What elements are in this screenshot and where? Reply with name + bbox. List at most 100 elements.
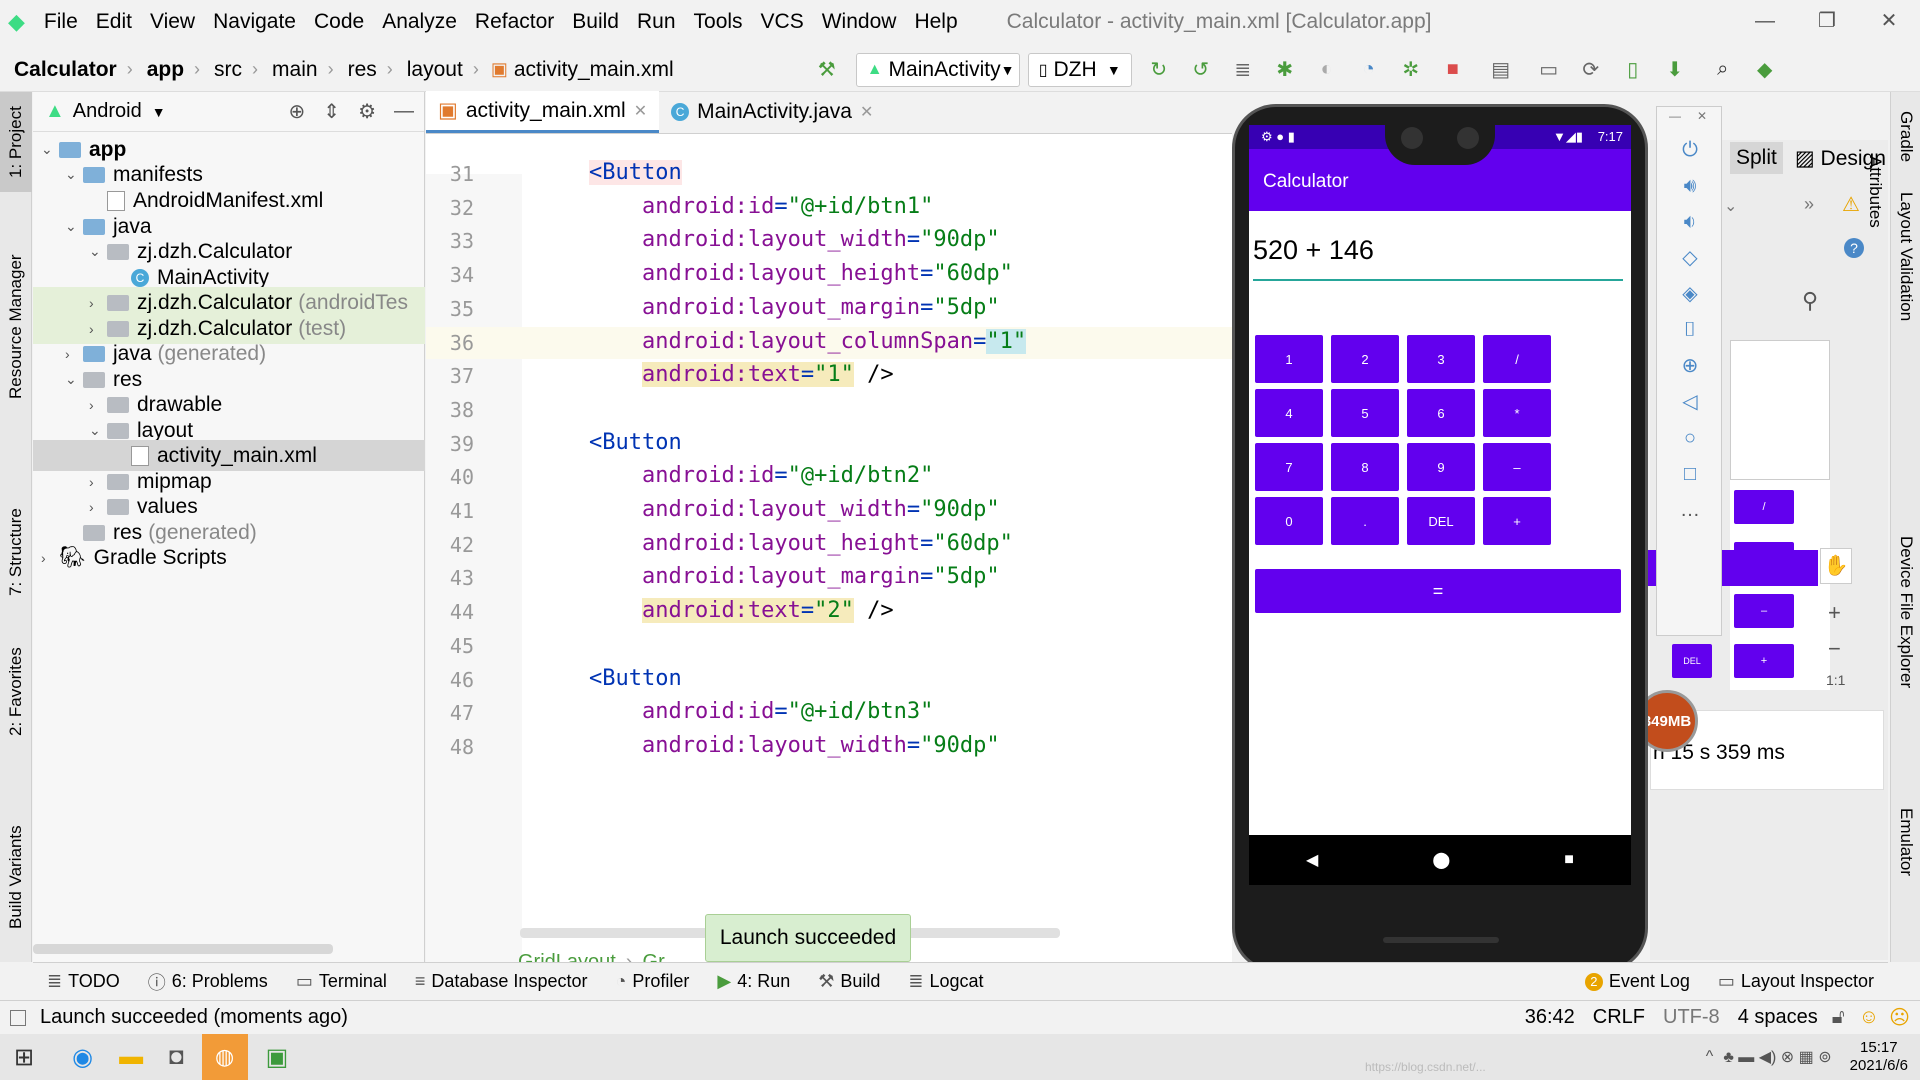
- calc-button[interactable]: 5: [1331, 389, 1399, 437]
- toolwindow-build[interactable]: ⚒ Build: [818, 971, 880, 992]
- tray-chevron-icon[interactable]: ^: [1706, 1048, 1714, 1066]
- tab-project[interactable]: 1: Project: [0, 92, 32, 192]
- tab-attributes[interactable]: Attributes: [1862, 156, 1888, 306]
- locate-icon[interactable]: ⊕: [289, 99, 306, 124]
- assistant-icon[interactable]: ◆: [1752, 57, 1778, 83]
- calc-button[interactable]: 3: [1407, 335, 1475, 383]
- toolwindow-todo[interactable]: ≣ TODO: [47, 971, 120, 992]
- expand-arrow-icon[interactable]: ⌄: [41, 141, 59, 158]
- caret-position[interactable]: 36:42: [1525, 1006, 1575, 1029]
- toolwindow-logcat[interactable]: ≣ Logcat: [908, 971, 983, 992]
- zoom-out-icon[interactable]: −: [1828, 636, 1841, 662]
- calc-button[interactable]: *: [1483, 389, 1551, 437]
- tree-item[interactable]: › 🐘︎ Gradle Scripts: [33, 542, 425, 573]
- calc-button[interactable]: 4: [1255, 389, 1323, 437]
- toolwindow-database-inspector[interactable]: ≡ Database Inspector: [415, 971, 588, 992]
- help-icon[interactable]: ?: [1844, 238, 1864, 258]
- rerun-icon[interactable]: ↻: [1146, 57, 1172, 83]
- sdk-manager-icon[interactable]: ⬇: [1662, 57, 1688, 83]
- expand-arrow-icon[interactable]: ›: [89, 295, 107, 311]
- menu-help[interactable]: Help: [914, 10, 957, 34]
- screenshot-icon[interactable]: ⌷: [1675, 315, 1705, 345]
- zoom-in-icon[interactable]: +: [1828, 600, 1841, 626]
- recents-nav-icon[interactable]: ■: [1564, 851, 1574, 869]
- calc-button[interactable]: +: [1483, 497, 1551, 545]
- file-encoding[interactable]: UTF-8: [1663, 1006, 1720, 1029]
- menu-view[interactable]: View: [150, 10, 195, 34]
- tab-layout-validation[interactable]: Layout Validation: [1891, 182, 1920, 332]
- overflow-chevrons-icon[interactable]: »: [1804, 194, 1814, 215]
- lock-icon[interactable]: 🔓︎: [1832, 1006, 1845, 1029]
- avd-manager-icon[interactable]: ▯: [1620, 57, 1646, 83]
- calc-button[interactable]: 9: [1407, 443, 1475, 491]
- minimize-emulator-icon[interactable]: —: [1669, 109, 1681, 123]
- stop-icon[interactable]: ■: [1440, 57, 1466, 83]
- profile-icon[interactable]: ◔: [1356, 57, 1382, 83]
- indent-setting[interactable]: 4 spaces: [1738, 1006, 1818, 1029]
- power-icon[interactable]: ⏻: [1675, 135, 1705, 165]
- home-nav-icon[interactable]: ⬤: [1432, 850, 1450, 870]
- calc-button[interactable]: –: [1483, 443, 1551, 491]
- gear-icon[interactable]: ⚙: [358, 99, 376, 124]
- back-icon[interactable]: ◁: [1675, 387, 1705, 417]
- menu-run[interactable]: Run: [637, 10, 676, 34]
- expand-arrow-icon[interactable]: ⌄: [89, 422, 107, 439]
- device-combo[interactable]: ▯ DZH ▼: [1027, 52, 1132, 87]
- breadcrumb-item[interactable]: activity_main.xml: [514, 58, 674, 82]
- layout-inspector-icon[interactable]: ▭: [1536, 57, 1562, 83]
- android-studio-taskbar-icon[interactable]: ▣: [266, 1043, 289, 1072]
- coverage-icon[interactable]: ◐: [1314, 57, 1340, 83]
- app-icon-active[interactable]: ◍: [201, 1034, 248, 1080]
- menu-navigate[interactable]: Navigate: [213, 10, 296, 34]
- search-icon[interactable]: ⌕: [1710, 57, 1736, 83]
- breadcrumb-item[interactable]: app: [147, 58, 184, 82]
- menu-code[interactable]: Code: [314, 10, 364, 34]
- more-options-icon[interactable]: …: [1675, 495, 1705, 525]
- tab-build-variants[interactable]: Build Variants: [0, 792, 32, 962]
- expand-arrow-icon[interactable]: ›: [41, 550, 59, 566]
- expand-arrow-icon[interactable]: ›: [65, 346, 83, 362]
- toolwindow-profiler[interactable]: ◔ Profiler: [615, 971, 689, 992]
- chevron-down-icon[interactable]: ⌄: [1724, 196, 1737, 216]
- camera-app-icon[interactable]: ◘: [169, 1043, 184, 1071]
- toolwindow-problems[interactable]: ⓘ 6: Problems: [148, 969, 268, 995]
- menu-refactor[interactable]: Refactor: [475, 10, 554, 34]
- event-log-button[interactable]: 2 Event Log: [1584, 971, 1690, 992]
- breadcrumb-item[interactable]: Calculator: [14, 58, 117, 82]
- toolwindow-terminal[interactable]: ▭ Terminal: [296, 971, 387, 992]
- menu-build[interactable]: Build: [572, 10, 619, 34]
- calc-button[interactable]: DEL: [1407, 497, 1475, 545]
- menu-window[interactable]: Window: [822, 10, 897, 34]
- breadcrumb-item[interactable]: res: [348, 58, 377, 82]
- file-explorer-icon[interactable]: ▬: [119, 1043, 143, 1071]
- close-emulator-icon[interactable]: ✕: [1697, 109, 1707, 123]
- tab-gradle[interactable]: Gradle: [1891, 92, 1920, 182]
- display-edittext[interactable]: 520 + 146: [1253, 225, 1623, 281]
- calc-button[interactable]: 0: [1255, 497, 1323, 545]
- run-config-combo[interactable]: ▲ MainActivity ▼: [855, 52, 1020, 87]
- project-view-selector[interactable]: Android: [73, 100, 142, 123]
- expand-arrow-icon[interactable]: ›: [89, 474, 107, 490]
- horizontal-scrollbar[interactable]: [33, 944, 333, 954]
- maximize-button[interactable]: ❐: [1796, 0, 1858, 44]
- tab-emulator[interactable]: Emulator: [1891, 782, 1920, 902]
- layout-inspector-button[interactable]: ▭ Layout Inspector: [1718, 971, 1874, 992]
- line-separator[interactable]: CRLF: [1593, 1006, 1645, 1029]
- warning-icon[interactable]: ⚠: [1842, 192, 1860, 217]
- breadcrumb-item[interactable]: src: [214, 58, 242, 82]
- pin-icon[interactable]: ⚲: [1802, 288, 1818, 314]
- happy-feedback-icon[interactable]: ☺: [1859, 1006, 1879, 1029]
- calc-button[interactable]: 1: [1255, 335, 1323, 383]
- back-nav-icon[interactable]: ◀: [1306, 850, 1318, 870]
- attach-debugger-icon[interactable]: ✲: [1398, 57, 1424, 83]
- minimize-button[interactable]: —: [1734, 0, 1796, 44]
- volume-down-icon[interactable]: 🔉︎: [1675, 207, 1705, 237]
- home-icon[interactable]: ○: [1675, 423, 1705, 453]
- browser-icon[interactable]: ◉: [72, 1043, 93, 1072]
- menu-vcs[interactable]: VCS: [761, 10, 804, 34]
- tab-resource-manager[interactable]: Resource Manager: [0, 232, 32, 422]
- overview-icon[interactable]: □: [1675, 459, 1705, 489]
- taskbar-clock[interactable]: 15:17 2021/6/6: [1850, 1039, 1908, 1075]
- split-mode-button[interactable]: Split: [1730, 142, 1783, 174]
- menu-analyze[interactable]: Analyze: [382, 10, 457, 34]
